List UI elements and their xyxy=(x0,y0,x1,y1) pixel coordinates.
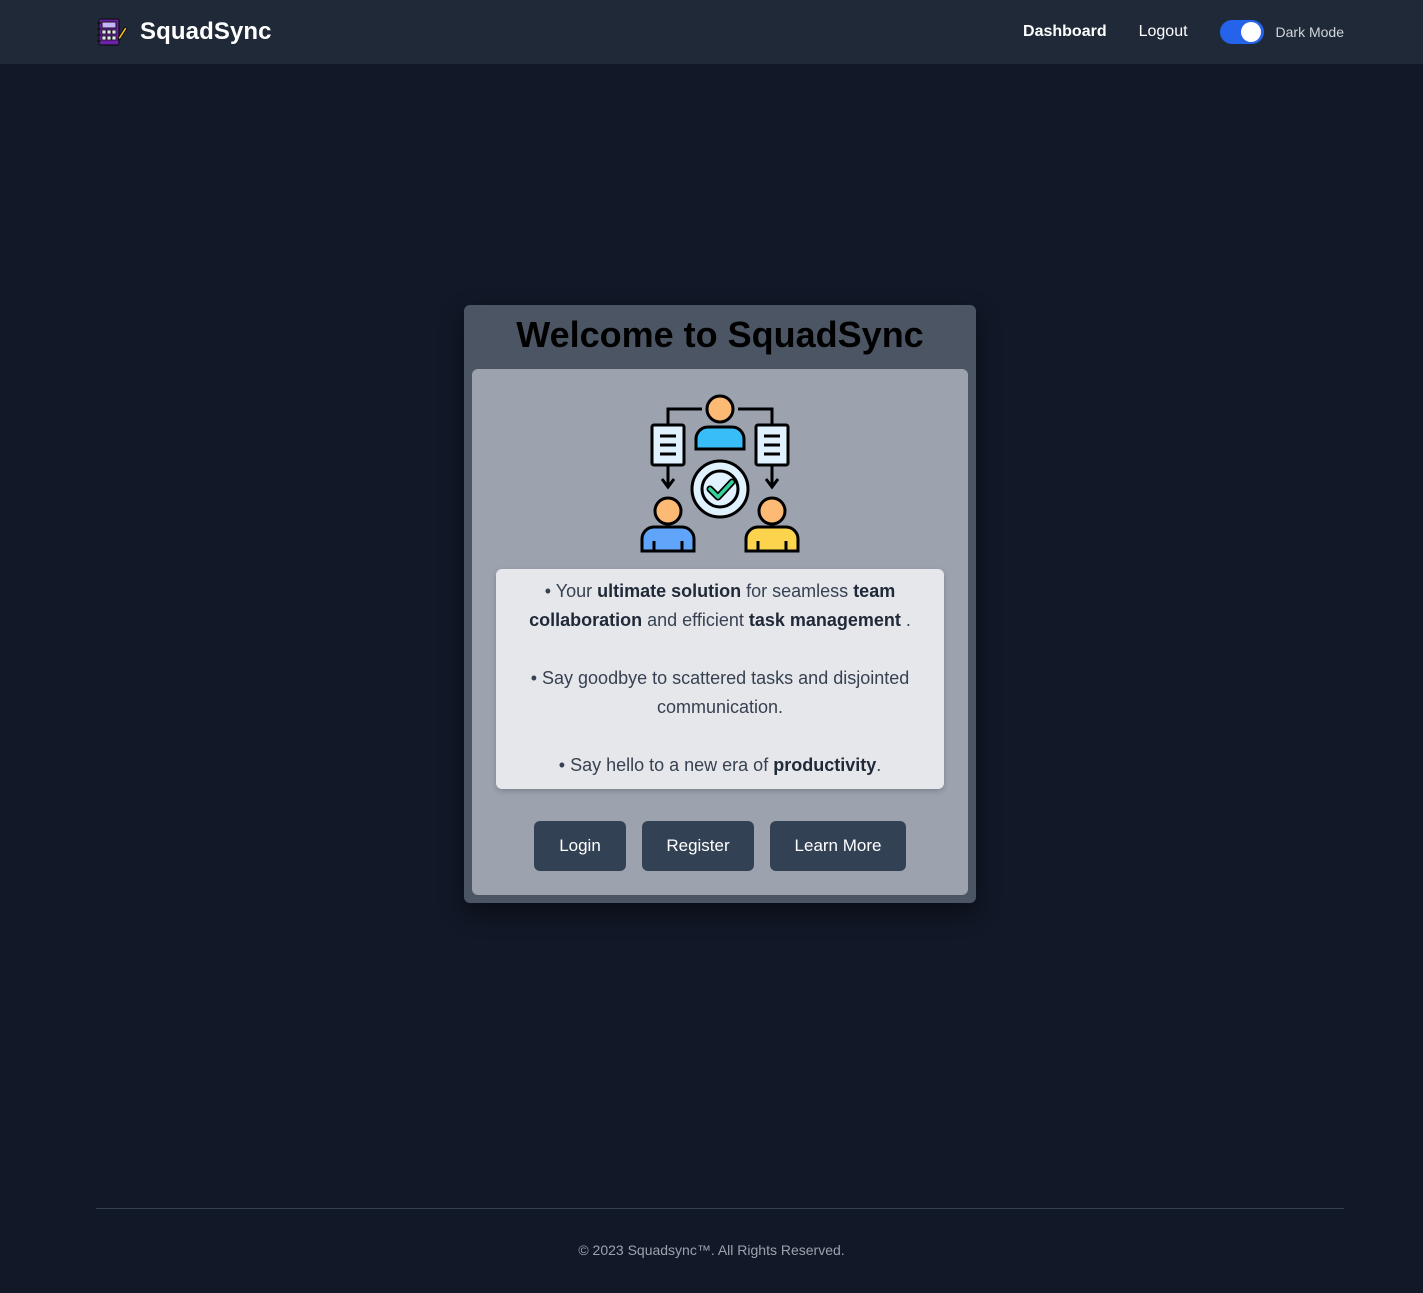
line1-bold: ultimate solution xyxy=(597,581,742,601)
description-line-3: • Say hello to a new era of productivity… xyxy=(514,751,926,780)
line1-text: . xyxy=(900,610,911,630)
description-box: • Your ultimate solution for seamless te… xyxy=(496,569,944,789)
register-button[interactable]: Register xyxy=(642,821,754,871)
line1-bold: task management xyxy=(748,610,901,630)
line1-text: for seamless xyxy=(741,581,854,601)
line1-text: and efficient xyxy=(642,610,749,630)
dark-mode-label: Dark Mode xyxy=(1275,24,1344,40)
page-title: Welcome to SquadSync xyxy=(516,314,924,355)
nav-links: Dashboard Logout Dark Mode xyxy=(1023,0,1344,64)
line3-text: . xyxy=(876,755,882,775)
welcome-card: Welcome to SquadSync • Your ultimate sol… xyxy=(464,305,976,903)
learn-more-button[interactable]: Learn More xyxy=(770,821,906,871)
login-button[interactable]: Login xyxy=(534,821,626,871)
planner-board-icon xyxy=(97,18,128,46)
team-collaboration-icon xyxy=(640,394,800,553)
description-line-1: • Your ultimate solution for seamless te… xyxy=(514,577,926,635)
top-navbar: SquadSync Dashboard Logout Dark Mode xyxy=(0,0,1423,64)
nav-logout-link[interactable]: Logout xyxy=(1139,23,1188,41)
action-buttons: Login Register Learn More xyxy=(472,821,968,871)
nav-dashboard-link[interactable]: Dashboard xyxy=(1023,23,1107,41)
footer-divider xyxy=(96,1208,1344,1209)
line1-text: • Your xyxy=(544,581,598,601)
line3-bold: productivity xyxy=(773,755,877,775)
toggle-knob xyxy=(1240,22,1261,42)
brand[interactable]: SquadSync xyxy=(96,16,272,48)
dark-mode-toggle-group: Dark Mode xyxy=(1219,20,1344,44)
footer-copyright: © 2023 Squadsync™. All Rights Reserved. xyxy=(578,1242,845,1258)
dark-mode-toggle[interactable] xyxy=(1219,20,1264,44)
welcome-card-body: • Your ultimate solution for seamless te… xyxy=(472,369,968,895)
description-line-2: • Say goodbye to scattered tasks and dis… xyxy=(530,668,910,717)
brand-name: SquadSync xyxy=(140,18,272,45)
line3-text: • Say hello to a new era of xyxy=(558,755,774,775)
